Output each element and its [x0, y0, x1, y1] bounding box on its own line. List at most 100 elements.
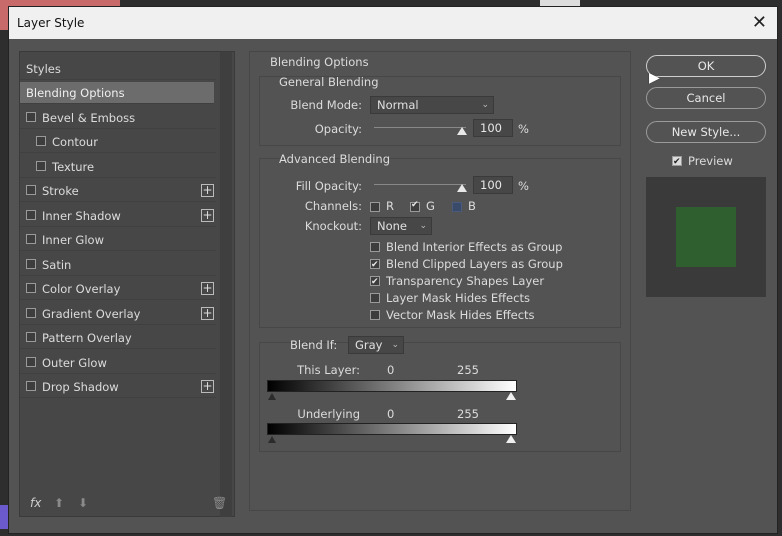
this-layer-max: 255	[457, 363, 479, 377]
style-item-blending-options[interactable]: Blending Options	[20, 82, 214, 104]
style-item-checkbox[interactable]	[26, 283, 36, 293]
add-effect-icon[interactable]: +	[201, 306, 214, 320]
option-label: Transparency Shapes Layer	[386, 274, 545, 288]
style-item-checkbox[interactable]	[36, 160, 46, 171]
add-effect-icon[interactable]: +	[201, 184, 214, 197]
move-up-icon[interactable]: ⬆	[54, 496, 64, 510]
add-effect-icon[interactable]: +	[201, 380, 214, 393]
channel-g-checkbox[interactable]	[410, 200, 420, 212]
general-blending-title: General Blending	[279, 75, 379, 89]
style-item-label: Blending Options	[26, 86, 125, 100]
this-layer-label: This Layer:	[297, 363, 360, 377]
preview-swatch	[676, 207, 736, 267]
option-label: Blend Clipped Layers as Group	[386, 257, 563, 271]
option-label: Blend Interior Effects as Group	[386, 240, 563, 254]
knockout-label: Knockout:	[304, 219, 362, 233]
style-item-stroke[interactable]: Stroke +	[20, 180, 216, 202]
style-item-texture[interactable]: Texture	[20, 156, 216, 178]
style-item-checkbox[interactable]	[36, 136, 46, 146]
option-label: Vector Mask Hides Effects	[386, 308, 535, 322]
add-effect-icon[interactable]: +	[201, 282, 214, 295]
option-checkbox[interactable]	[370, 293, 380, 303]
style-item-drop-shadow[interactable]: Drop Shadow +	[20, 376, 216, 398]
channel-r-label: R	[386, 199, 394, 213]
preview-box	[646, 177, 766, 297]
channel-b-label: B	[468, 199, 476, 213]
style-item-gradient-overlay[interactable]: Gradient Overlay +	[20, 303, 216, 325]
styles-header-label: Styles	[26, 62, 61, 76]
advanced-blending-title: Advanced Blending	[279, 152, 390, 166]
blend-if-select[interactable]: Gray ⌄	[348, 336, 404, 354]
style-item-checkbox[interactable]	[26, 111, 36, 122]
opacity-unit: %	[518, 122, 529, 136]
option-checkbox[interactable]	[370, 257, 380, 273]
style-item-pattern-overlay[interactable]: Pattern Overlay	[20, 327, 216, 349]
style-item-color-overlay[interactable]: Color Overlay +	[20, 278, 216, 300]
chevron-down-icon: ⌄	[481, 100, 489, 110]
blend-mode-select[interactable]: Normal ⌄	[370, 96, 494, 114]
fill-opacity-slider-handle[interactable]	[457, 184, 467, 192]
cancel-button[interactable]: Cancel	[646, 87, 766, 109]
styles-header[interactable]: Styles	[20, 58, 216, 80]
style-item-bevel-emboss[interactable]: Bevel & Emboss	[20, 107, 216, 129]
style-item-label: Pattern Overlay	[42, 331, 132, 345]
styles-scrollbar[interactable]	[220, 52, 232, 517]
style-item-inner-shadow[interactable]: Inner Shadow +	[20, 205, 216, 227]
this-layer-white-handle[interactable]	[506, 392, 516, 400]
channel-b-checkbox[interactable]	[452, 202, 462, 212]
mouse-cursor-icon: ▶	[649, 70, 660, 86]
chevron-down-icon: ⌄	[391, 340, 399, 350]
fx-icon[interactable]: fx	[30, 496, 41, 510]
blend-mode-label: Blend Mode:	[290, 98, 362, 112]
styles-panel: Styles Blending Options Bevel & Emboss Con…	[19, 51, 235, 517]
style-item-checkbox[interactable]	[26, 332, 36, 342]
general-blending-group: General Blending Blend Mode: Normal ⌄ Op…	[259, 75, 621, 146]
add-effect-icon[interactable]: +	[201, 208, 214, 222]
fill-opacity-label: Fill Opacity:	[295, 179, 362, 193]
new-style-button[interactable]: New Style...	[646, 121, 766, 143]
style-item-outer-glow[interactable]: Outer Glow	[20, 352, 216, 374]
underlying-layer-white-handle[interactable]	[506, 435, 516, 443]
move-down-icon[interactable]: ⬇	[78, 496, 88, 510]
knockout-value: None	[377, 219, 408, 233]
channel-g-label: G	[426, 199, 435, 213]
style-item-inner-glow[interactable]: Inner Glow	[20, 229, 216, 251]
section-title: Blending Options	[270, 55, 369, 69]
knockout-select[interactable]: None ⌄	[370, 217, 432, 235]
opacity-slider[interactable]	[374, 127, 466, 128]
option-checkbox[interactable]	[370, 274, 380, 290]
opacity-slider-handle[interactable]	[457, 127, 467, 135]
trash-icon[interactable]: 🗑	[212, 496, 227, 510]
this-layer-min: 0	[387, 363, 395, 377]
style-item-label: Gradient Overlay	[42, 306, 141, 321]
blend-if-value: Gray	[355, 338, 383, 352]
style-item-contour[interactable]: Contour	[20, 131, 216, 153]
style-item-label: Stroke	[42, 184, 79, 198]
option-checkbox[interactable]	[370, 242, 380, 252]
close-icon[interactable]: ✕	[752, 12, 767, 33]
style-item-checkbox[interactable]	[26, 258, 36, 269]
underlying-layer-min: 0	[387, 407, 395, 421]
style-item-checkbox[interactable]	[26, 307, 36, 318]
option-checkbox[interactable]	[370, 310, 380, 320]
channel-r-checkbox[interactable]	[370, 202, 380, 212]
style-item-checkbox[interactable]	[26, 185, 36, 195]
opacity-input[interactable]: 100	[473, 119, 513, 137]
style-item-checkbox[interactable]	[26, 356, 36, 367]
preview-label: Preview	[688, 154, 733, 168]
underlying-layer-black-handle[interactable]	[268, 436, 276, 443]
fill-opacity-slider[interactable]	[374, 184, 466, 185]
style-item-checkbox[interactable]	[26, 381, 36, 391]
preview-checkbox[interactable]	[672, 154, 682, 170]
style-item-label: Bevel & Emboss	[42, 110, 136, 125]
ok-button[interactable]: OK	[646, 55, 766, 77]
fill-opacity-input[interactable]: 100	[473, 176, 513, 194]
style-item-label: Inner Shadow	[42, 208, 121, 223]
advanced-blending-group: Advanced Blending Fill Opacity: 100 % Ch…	[259, 152, 621, 328]
style-item-satin[interactable]: Satin	[20, 254, 216, 276]
style-item-checkbox[interactable]	[26, 234, 36, 244]
blending-options-panel: Blending Options General Blending Blend …	[249, 51, 631, 511]
this-layer-black-handle[interactable]	[268, 393, 276, 400]
style-item-checkbox[interactable]	[26, 209, 36, 220]
blend-if-group: Blend If: Gray ⌄ This Layer: 0 255 Under…	[259, 336, 621, 452]
